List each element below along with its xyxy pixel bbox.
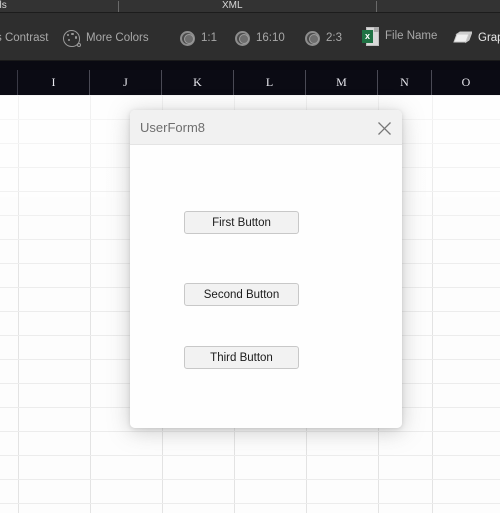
toolbar-item-ratio-16-10[interactable]: 16:10: [235, 27, 285, 49]
toolbar-item-label: s Contrast: [0, 32, 49, 44]
column-header-m[interactable]: M: [306, 70, 378, 95]
select-all-corner[interactable]: [0, 70, 18, 95]
toolbar-item-label: File Name: [385, 30, 438, 42]
toolbar-item-high-contrast[interactable]: s Contrast: [0, 27, 48, 49]
radio-circle-icon: [305, 30, 320, 46]
dialog-body: First Button Second Button Third Button: [130, 145, 402, 428]
palette-icon: [63, 29, 81, 47]
userform-dialog: UserForm8 First Button Second Button Thi…: [130, 110, 402, 428]
ribbon-toolbar: s Contrast More Colors 1:1 16:10 2:3 x F…: [0, 13, 500, 61]
radio-circle-icon: [235, 30, 250, 46]
third-button[interactable]: Third Button: [184, 346, 299, 369]
toolbar-item-label: More Colors: [86, 32, 149, 44]
toolbar-item-ratio-1-1[interactable]: 1:1: [180, 27, 217, 49]
column-header-k[interactable]: K: [162, 70, 234, 95]
close-icon[interactable]: [371, 115, 397, 141]
tab-separator: [376, 1, 377, 12]
first-button[interactable]: First Button: [184, 211, 299, 234]
dialog-title: UserForm8: [140, 120, 206, 135]
toolbar-item-file-name[interactable]: x File Name: [362, 25, 437, 47]
column-header-o[interactable]: O: [432, 70, 500, 95]
toolbar-item-more-colors[interactable]: More Colors: [63, 27, 149, 49]
toolbar-item-label: 1:1: [201, 32, 217, 44]
ribbon-tab-tools[interactable]: ols: [0, 0, 7, 12]
tab-separator: [118, 1, 119, 12]
ribbon-tab-xml[interactable]: XML: [222, 0, 243, 12]
radio-circle-icon: [180, 30, 195, 46]
excel-file-icon: x: [362, 26, 379, 46]
3d-box-icon: [452, 30, 472, 46]
dialog-titlebar[interactable]: UserForm8: [130, 110, 402, 145]
toolbar-item-label: 16:10: [256, 32, 285, 44]
application-ribbon: ols XML s Contrast More Colors 1:1 16:10: [0, 0, 500, 70]
column-header-n[interactable]: N: [378, 70, 432, 95]
toolbar-item-label: Grap: [478, 32, 500, 44]
ribbon-tab-strip: ols XML: [0, 0, 500, 13]
column-header-i[interactable]: I: [18, 70, 90, 95]
toolbar-item-ratio-2-3[interactable]: 2:3: [305, 27, 342, 49]
column-header-j[interactable]: J: [90, 70, 162, 95]
toolbar-item-graph[interactable]: Grap: [452, 27, 500, 49]
column-header-l[interactable]: L: [234, 70, 306, 95]
ribbon-bottom-edge: [0, 61, 500, 70]
second-button[interactable]: Second Button: [184, 283, 299, 306]
column-header-row: I J K L M N O: [0, 70, 500, 95]
toolbar-item-label: 2:3: [326, 32, 342, 44]
